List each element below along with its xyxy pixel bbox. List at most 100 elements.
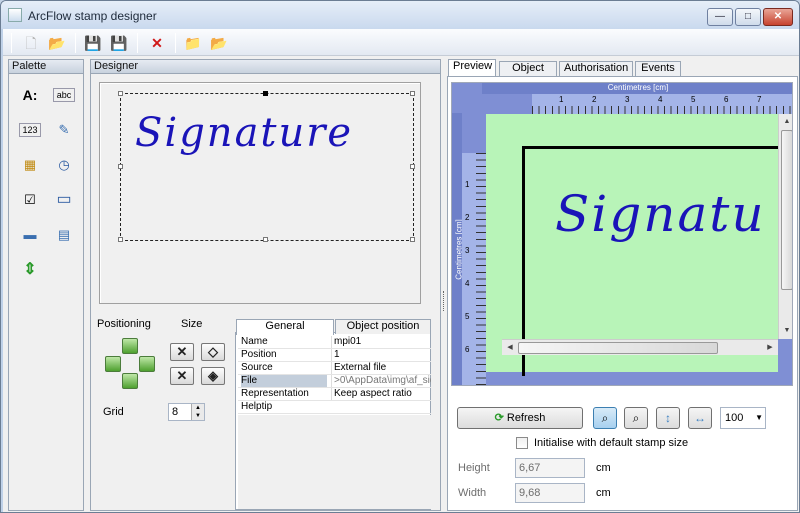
design-canvas[interactable]: Signature (99, 82, 421, 304)
move-left-arrow-icon[interactable] (105, 356, 121, 372)
property-name: Helptip (241, 401, 273, 412)
height-field[interactable]: 6,67 (515, 458, 585, 478)
property-value[interactable]: >0\AppData\img\af_sig (331, 375, 431, 387)
delete-icon[interactable]: ✕ (147, 33, 167, 53)
new-icon[interactable]: 🗋 (21, 33, 41, 53)
property-value[interactable]: External file (331, 362, 431, 374)
zoom-select[interactable]: 100 ▼ (720, 407, 766, 429)
grow-height-icon[interactable]: ◈ (201, 367, 225, 385)
close-button[interactable]: ✕ (763, 8, 793, 26)
maximize-button[interactable]: □ (735, 8, 761, 26)
grow-width-icon[interactable]: ◇ (201, 343, 225, 361)
minimize-button[interactable]: — (707, 8, 733, 26)
h-tick-label: 1 (559, 95, 564, 104)
resize-handle-bottom-right[interactable] (410, 237, 415, 242)
property-row[interactable]: Helptip (238, 401, 431, 414)
palette-memo-icon[interactable]: ✎ (53, 120, 75, 140)
property-row[interactable]: Name mpi01 (238, 336, 431, 349)
init-default-size-checkbox[interactable] (516, 437, 528, 449)
palette-time-icon[interactable]: ◷ (53, 155, 75, 175)
fit-height-icon[interactable]: ↕ (656, 407, 680, 429)
scroll-left-icon[interactable]: ◀ (502, 340, 518, 356)
tab-object-tree[interactable]: Object tree (499, 61, 557, 87)
resize-handle-left[interactable] (118, 164, 123, 169)
palette-title: Palette (8, 59, 84, 74)
preview-horizontal-scrollbar[interactable]: ◀ ▶ (502, 339, 778, 355)
save-as-icon[interactable]: 💾 (109, 33, 129, 53)
v-tick-label: 6 (465, 345, 470, 354)
palette-panel-icon[interactable]: ▭ (53, 190, 75, 210)
palette-signature-icon[interactable]: ▤ (53, 225, 75, 245)
shrink-width-icon[interactable]: ✕ (170, 343, 194, 361)
v-tick-label: 4 (465, 279, 470, 288)
resize-handle-top-left[interactable] (118, 91, 123, 96)
palette-textbox-icon[interactable]: abc (53, 88, 75, 102)
width-unit: cm (596, 487, 611, 499)
h-scroll-thumb[interactable] (518, 342, 718, 354)
fit-width-icon[interactable]: ↔ (688, 407, 712, 429)
tab-general[interactable]: General (236, 319, 334, 335)
tab-object-position[interactable]: Object position (335, 319, 431, 334)
right-panel: Preview Object tree Authorisation Events… (447, 59, 798, 511)
resize-handle-right[interactable] (410, 164, 415, 169)
export-icon[interactable]: 📂 (209, 33, 229, 53)
refresh-icon: ⟳ (494, 412, 507, 424)
property-row[interactable]: Source External file (238, 362, 431, 375)
app-window: ArcFlow stamp designer — □ ✕ 🗋 📂 💾 💾 ✕ 📁… (0, 0, 800, 513)
open-icon[interactable]: 📂 (47, 33, 67, 53)
property-row-selected[interactable]: File >0\AppData\img\af_sig (238, 375, 431, 388)
property-row[interactable]: Representation Keep aspect ratio (238, 388, 431, 401)
stamp-object[interactable]: Signature (118, 91, 415, 242)
grid-spinner[interactable]: 8 ▲ ▼ (168, 403, 205, 421)
property-value[interactable]: mpi01 (331, 336, 431, 348)
resize-handle-top[interactable] (263, 91, 268, 96)
preview-paper: Signatu (486, 114, 782, 376)
preview-vertical-scrollbar[interactable]: ▲ ▼ (778, 114, 792, 339)
move-right-arrow-icon[interactable] (139, 356, 155, 372)
stamp-signature-text: Signature (135, 110, 354, 156)
import-icon[interactable]: 📁 (183, 33, 203, 53)
move-down-arrow-icon[interactable] (122, 373, 138, 389)
move-up-arrow-icon[interactable] (122, 338, 138, 354)
save-icon[interactable]: 💾 (83, 33, 103, 53)
palette-checkbox-icon[interactable]: ☑ (19, 190, 41, 210)
designer-title: Designer (90, 59, 441, 74)
scroll-down-icon[interactable]: ▼ (779, 323, 792, 339)
grid-spin-up-icon[interactable]: ▲ (191, 404, 204, 412)
h-tick-label: 4 (658, 95, 663, 104)
zoom-out-icon[interactable]: ⌕ (624, 407, 648, 429)
tab-preview[interactable]: Preview (448, 59, 496, 77)
zoom-in-icon[interactable]: ⌕ (593, 407, 617, 429)
tab-events[interactable]: Events (635, 61, 681, 76)
property-row[interactable]: Position 1 (238, 349, 431, 362)
scroll-right-icon[interactable]: ▶ (762, 340, 778, 356)
shrink-height-icon[interactable]: ✕ (170, 367, 194, 385)
scroll-up-icon[interactable]: ▲ (779, 114, 792, 130)
v-scroll-thumb[interactable] (781, 130, 792, 290)
tab-authorisation[interactable]: Authorisation (559, 61, 633, 76)
property-value[interactable]: 1 (331, 349, 431, 361)
resize-handle-bottom[interactable] (263, 237, 268, 242)
resize-handle-top-right[interactable] (410, 91, 415, 96)
splitter-grip[interactable] (443, 291, 446, 311)
preview-signature-text: Signatu (555, 185, 766, 243)
toolbar-separator (175, 33, 176, 53)
properties-panel: General Object position Name mpi01 Posit… (235, 319, 431, 510)
resize-handle-bottom-left[interactable] (118, 237, 123, 242)
property-value[interactable]: Keep aspect ratio (331, 388, 431, 400)
palette-label-icon[interactable]: A: (19, 85, 41, 105)
palette-date-icon[interactable]: ▦ (19, 155, 41, 175)
v-ruler-ticks (476, 153, 486, 385)
grid-value: 8 (172, 406, 179, 418)
refresh-button[interactable]: ⟳ Refresh (457, 407, 583, 429)
palette-splitter-icon[interactable]: ⇕ (19, 260, 41, 280)
v-ruler-title-bar: Centimetres [cm] (452, 113, 464, 385)
palette-image-icon[interactable]: ▬ (19, 225, 41, 245)
width-field[interactable]: 9,68 (515, 483, 585, 503)
toolbar-separator (137, 33, 138, 53)
grid-spin-down-icon[interactable]: ▼ (191, 412, 204, 420)
v-tick-label: 1 (465, 180, 470, 189)
app-icon (8, 8, 22, 22)
h-tick-label: 6 (724, 95, 729, 104)
palette-number-icon[interactable]: 123 (19, 123, 41, 137)
